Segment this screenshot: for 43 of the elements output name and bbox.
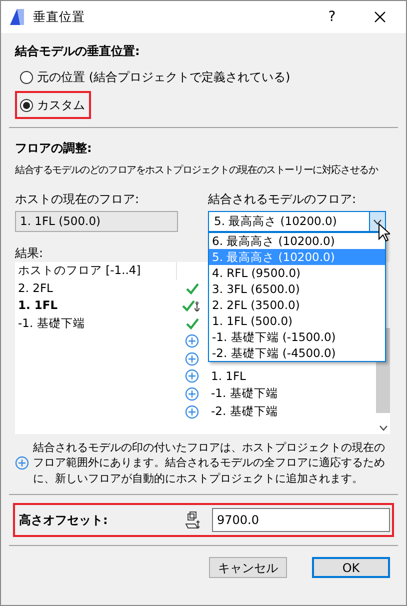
plus-circle-icon [185, 386, 199, 401]
window-title: 垂直位置 [33, 8, 86, 26]
app-icon [9, 8, 25, 26]
host-floor-field: 1. 1FL (500.0) [15, 211, 178, 232]
description-text: 結合するモデルのどのフロアをホストプロジェクトの現在のストーリーに対応させるか [15, 164, 378, 178]
note-text: 結合されるモデルの印の付いたフロアは、ホストプロジェクトの現在のフロア範囲外にあります。結合されるモデルの全フロアに適応するために、新しいフロアが自動的にホストプロジェクトに追加されます。 [33, 440, 386, 486]
dropdown-option[interactable]: 1. 1FL (500.0) [209, 313, 385, 329]
floor-dropdown[interactable]: 5. 最高高さ (10200.0) [208, 211, 386, 232]
field-label: ホストの現在のフロア: [15, 191, 140, 208]
close-icon[interactable] [374, 11, 386, 23]
field-label: 結合されるモデルのフロア: [208, 191, 358, 208]
radio-option[interactable]: カスタム [15, 91, 91, 119]
check-anchor-icon [182, 298, 202, 313]
ok-button[interactable]: OK [312, 557, 390, 578]
plus-circle-icon [15, 456, 29, 470]
host-floor-cell-text: 2. 2FL [17, 280, 54, 297]
field-label: 高さオフセット: [19, 512, 109, 530]
radio-option[interactable]: 元の位置 (結合プロジェクトで定義されている) [15, 63, 296, 91]
chevron-down-icon [373, 218, 382, 224]
plus-circle-icon [185, 404, 199, 419]
merged-floor-cell-text: -1. 基礎下端 [210, 385, 278, 402]
check-icon [186, 282, 198, 295]
dropdown-option[interactable]: 4. RFL (9500.0) [209, 265, 385, 281]
plus-circle-icon [185, 369, 199, 384]
merged-floor-cell-text: -2. 基礎下端 [210, 402, 278, 420]
section-heading: 結合モデルの垂直位置: [15, 43, 141, 60]
plus-circle-icon [185, 334, 199, 348]
dropdown-option[interactable]: 2. 2FL (3500.0) [209, 297, 385, 313]
cancel-button[interactable]: キャンセル [209, 557, 287, 578]
dropdown-option[interactable]: -1. 基礎下端 (-1500.0) [209, 329, 385, 345]
host-floor-cell-text: 1. 1FL [17, 297, 59, 314]
help-button[interactable]: ? [312, 6, 352, 28]
field-label: 結果: [15, 245, 44, 262]
dropdown-option[interactable]: 3. 3FL (6500.0) [209, 281, 385, 297]
host-floor-cell-text: -1. 基礎下端 [17, 314, 86, 332]
plus-circle-icon [185, 352, 199, 366]
merged-floor-cell-text: 1. 1FL [210, 368, 246, 385]
scroll-down-icon[interactable] [379, 425, 388, 431]
check-icon [186, 317, 198, 330]
column-header: ホストのフロア [-1..4] [15, 262, 177, 280]
section-heading: フロアの調整: [15, 140, 93, 157]
offset-input[interactable]: 9700.0 [212, 508, 390, 532]
dropdown-option[interactable]: -2. 基礎下端 (-4500.0) [209, 345, 385, 361]
